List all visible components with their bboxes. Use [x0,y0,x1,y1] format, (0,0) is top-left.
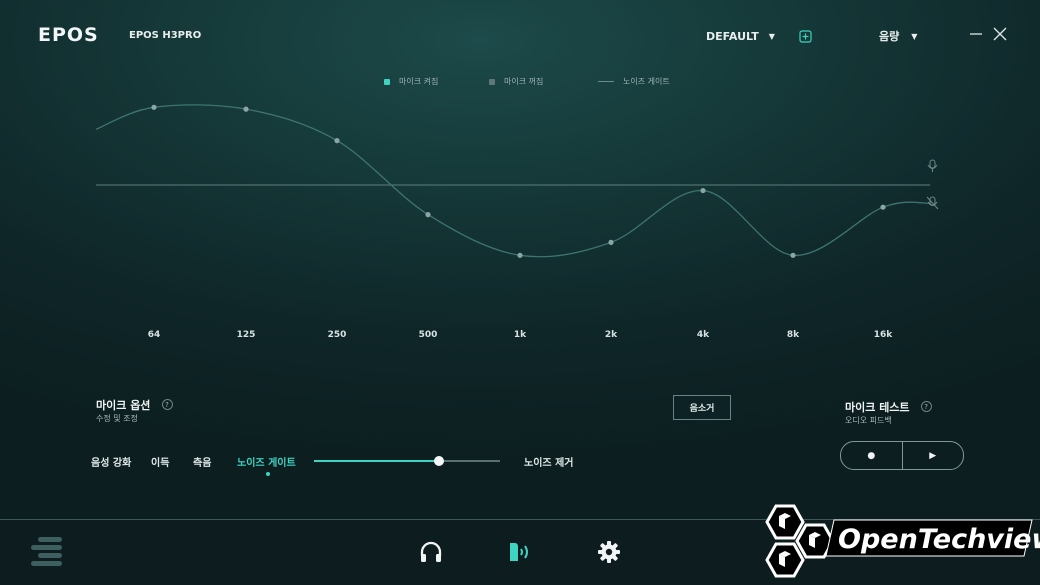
eq-point-64[interactable] [151,104,157,110]
eq-curve [95,104,931,258]
eq-point-125[interactable] [243,106,249,112]
gear-icon[interactable] [597,540,621,564]
record-icon: ● [867,450,876,461]
freq-label-250: 250 [327,330,347,340]
tab-noise-gate[interactable]: 노이즈 게이트 [237,454,296,469]
freq-label-16k: 16k [873,330,893,340]
eq-point-1k[interactable] [517,252,523,258]
mic-options-header: 마이크 옵션 ? 수정 및 조정 [96,394,173,424]
mic-options-subtitle: 수정 및 조정 [96,414,138,423]
play-icon: ▶ [929,450,937,461]
noise-gate-slider-thumb[interactable] [433,456,444,466]
freq-label-125: 125 [236,330,256,340]
mute-button[interactable]: 음소거 [673,395,731,420]
freq-label-8k: 8k [786,330,800,340]
eq-point-2k[interactable] [608,239,614,245]
mic-test-title: 마이크 테스트 [845,401,910,414]
eq-chart [95,104,939,258]
tab-gain[interactable]: 이득 [151,454,169,469]
eq-point-4k[interactable] [700,187,706,194]
menu-icon[interactable] [30,536,64,570]
watermark-text: OpenTechview [838,524,1040,555]
eq-point-16k[interactable] [880,204,886,210]
eq-point-8k[interactable] [790,252,796,258]
help-icon[interactable]: ? [161,399,173,410]
mic-options-title: 마이크 옵션 [96,399,151,412]
mic-test-controls: ● ▶ [840,441,964,470]
active-tab-indicator [266,472,270,476]
eq-point-250[interactable] [334,138,340,144]
mic-test-header: 마이크 테스트 ? 오디오 피드백 [845,396,932,426]
mic-test-subtitle: 오디오 피드백 [845,416,892,425]
play-button[interactable]: ▶ [901,442,964,469]
freq-label-2k: 2k [604,330,618,340]
microphone-settings-icon[interactable] [508,540,534,564]
help-icon[interactable]: ? [920,401,932,412]
freq-label-500: 500 [418,330,438,340]
headphones-icon[interactable] [419,540,443,564]
noise-removal-label: 노이즈 제거 [524,458,574,469]
freq-label-1k: 1k [513,330,527,340]
record-button[interactable]: ● [841,442,902,469]
freq-label-64: 64 [147,330,161,340]
noise-gate-slider-fill [314,460,439,462]
tab-sidetone[interactable]: 측음 [193,454,211,469]
eq-point-500[interactable] [425,212,431,218]
mic-on-icon [927,159,938,172]
freq-label-4k: 4k [696,330,710,340]
tab-voice-enhance[interactable]: 음성 강화 [91,454,131,469]
mic-off-icon [926,196,939,210]
